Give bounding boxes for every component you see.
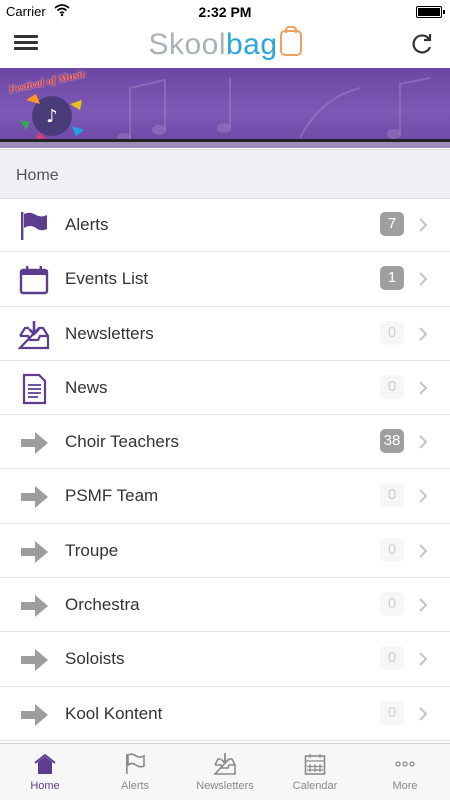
chevron-right-icon	[418, 543, 428, 559]
menu-list: Alerts 7 Events List 1 Newsletters 0 News 0 Choi…	[0, 198, 450, 741]
list-item-label: Orchestra	[65, 595, 140, 615]
skoolbag-logo: Skoolbag	[0, 26, 450, 62]
tab-alerts[interactable]: Alerts	[90, 744, 180, 800]
backpack-icon	[279, 26, 302, 56]
list-item-orchestra[interactable]: Orchestra 0	[0, 578, 450, 633]
chevron-right-icon	[418, 651, 428, 667]
clock: 2:32 PM	[198, 4, 252, 20]
arrow-right-icon	[18, 481, 50, 513]
count-badge: 0	[380, 374, 404, 399]
chevron-right-icon	[418, 271, 428, 287]
count-badge: 0	[380, 700, 404, 725]
section-header: Home	[0, 149, 450, 199]
count-badge: 0	[380, 483, 404, 508]
chevron-right-icon	[418, 434, 428, 450]
list-item-events-list[interactable]: Events List 1	[0, 252, 450, 307]
list-item-label: News	[65, 377, 108, 397]
tab-more[interactable]: More	[360, 744, 450, 800]
tab-newsletters[interactable]: Newsletters	[180, 744, 270, 800]
list-item-news[interactable]: News 0	[0, 361, 450, 416]
count-badge: 0	[380, 537, 404, 562]
refresh-icon[interactable]	[408, 30, 436, 58]
tab-label: Alerts	[120, 780, 150, 792]
battery-icon	[416, 6, 445, 18]
tab-bar: Home Alerts Newsletters Calendar More	[0, 743, 450, 800]
arrow-right-icon	[18, 590, 50, 622]
list-item-label: Choir Teachers	[65, 432, 180, 452]
list-item-alerts[interactable]: Alerts 7	[0, 198, 450, 253]
arrow-right-icon	[18, 427, 50, 459]
logo-text-part1: Skool	[148, 28, 226, 61]
svg-text:♪: ♪	[46, 106, 58, 127]
count-badge: 0	[380, 592, 404, 617]
tab-home[interactable]: Home	[0, 744, 90, 800]
chevron-right-icon	[418, 597, 428, 613]
chevron-right-icon	[418, 217, 428, 233]
count-badge: 7	[380, 212, 404, 236]
logo-text-part2: bag	[225, 28, 278, 61]
download-tray-icon	[17, 319, 50, 351]
list-item-label: Troupe	[65, 540, 119, 560]
tab-label: Newsletters	[196, 780, 254, 792]
list-item-psmf-team[interactable]: PSMF Team 0	[0, 469, 450, 524]
arrow-right-icon	[18, 536, 50, 568]
tab-label: Calendar	[292, 780, 338, 792]
tab-label: Home	[30, 780, 60, 792]
chevron-right-icon	[418, 488, 428, 504]
list-item-newsletters[interactable]: Newsletters 0	[0, 307, 450, 361]
arrow-right-icon	[18, 644, 50, 676]
list-item-label: PSMF Team	[65, 486, 159, 506]
count-badge: 1	[380, 266, 404, 291]
list-item-label: Newsletters	[65, 323, 154, 343]
list-item-kool-kontent[interactable]: Kool Kontent 0	[0, 687, 450, 741]
list-item-label: Events List	[65, 269, 149, 289]
list-item-troupe[interactable]: Troupe 0	[0, 524, 450, 579]
section-title: Home	[16, 167, 59, 184]
chevron-right-icon	[418, 706, 428, 722]
banner-bottom-band	[0, 142, 450, 148]
chevron-right-icon	[418, 326, 428, 342]
list-item-choir-teachers[interactable]: Choir Teachers 38	[0, 415, 450, 470]
school-banner: ♪ Festival of Music	[0, 68, 450, 148]
app-header: Skoolbag	[0, 24, 450, 68]
calendar-icon	[18, 264, 50, 296]
list-item-label: Alerts	[65, 215, 109, 234]
document-icon	[18, 373, 50, 405]
chevron-right-icon	[418, 380, 428, 396]
count-badge: 38	[380, 429, 404, 454]
tab-label: More	[392, 780, 418, 792]
count-badge: 0	[380, 320, 404, 345]
arrow-right-icon	[18, 699, 50, 731]
status-bar: Carrier 2:32 PM	[0, 0, 450, 24]
list-item-label: Soloists	[65, 649, 125, 669]
list-item-label: Kool Kontent	[65, 703, 163, 723]
flag-icon	[18, 210, 50, 242]
festival-of-music-logo: ♪ Festival of Music	[2, 68, 98, 142]
count-badge: 0	[380, 646, 404, 671]
tab-calendar[interactable]: Calendar	[270, 744, 360, 800]
list-item-soloists[interactable]: Soloists 0	[0, 632, 450, 687]
